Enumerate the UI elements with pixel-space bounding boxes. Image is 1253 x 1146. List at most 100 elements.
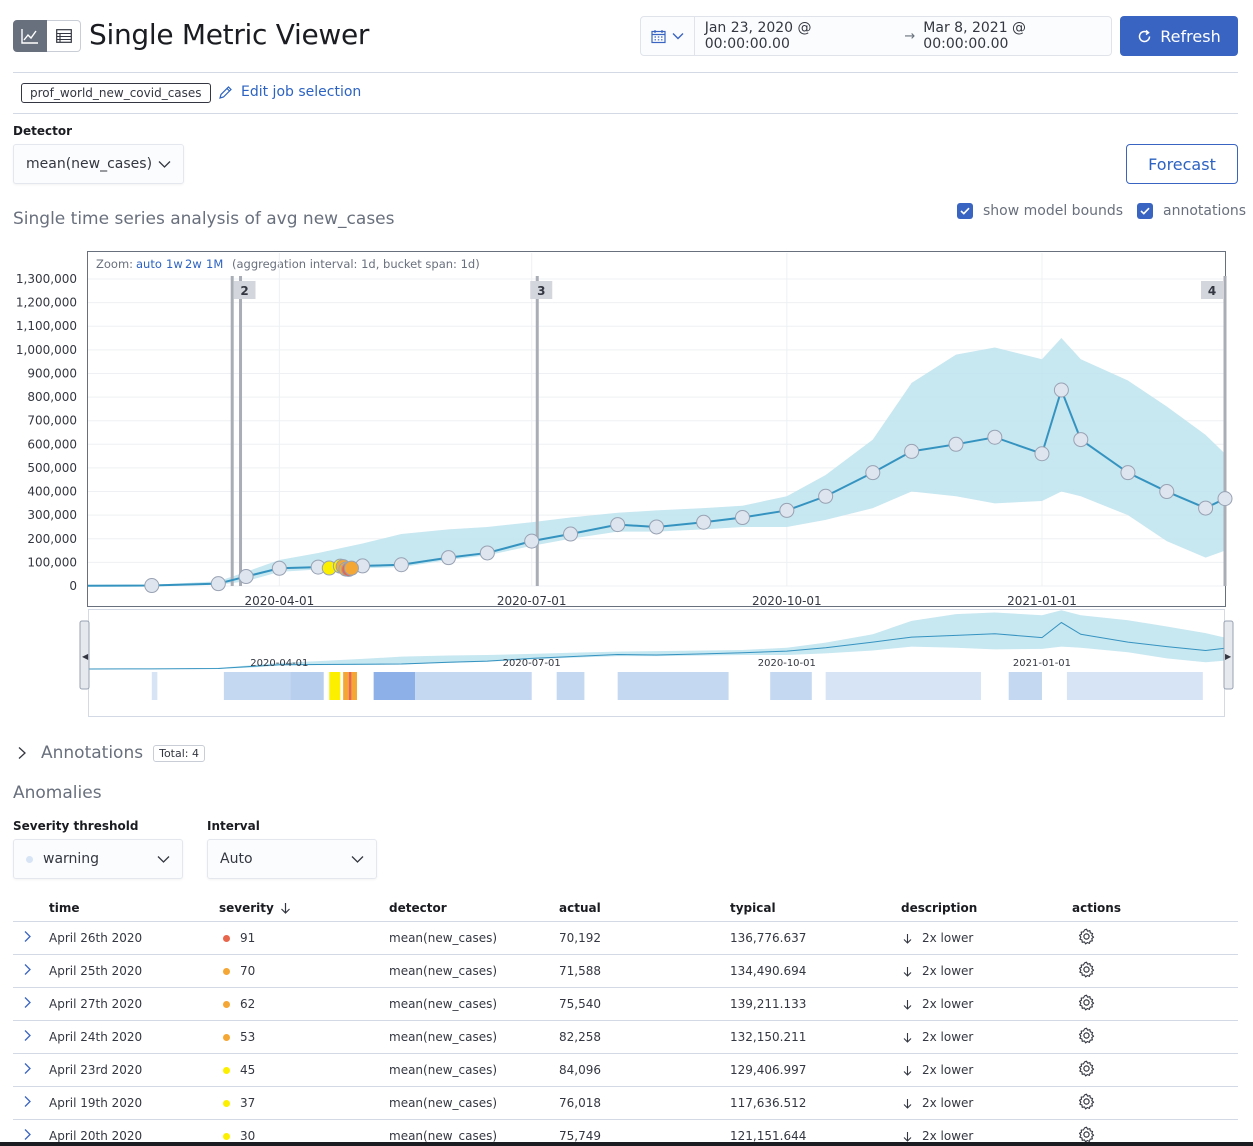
show-model-bounds-checkbox[interactable]: show model bounds	[957, 203, 1123, 219]
time-series-chart[interactable]: Zoom: auto 1w 2w 1M (aggregation interva…	[0, 245, 1253, 720]
severity-dot	[223, 934, 230, 942]
row-actions-button[interactable]	[1072, 928, 1212, 948]
detector-label: Detector	[13, 124, 72, 138]
table-row: April 24th 2020 53 mean(new_cases) 82,258 13…	[13, 1021, 1238, 1054]
single-metric-view-icon[interactable]	[13, 20, 47, 52]
cell-severity: 45	[219, 1063, 389, 1077]
anomalies-title: Anomalies	[13, 783, 102, 803]
anomaly-marker	[779, 502, 795, 518]
col-detector[interactable]: detector	[389, 901, 559, 915]
context-x-tick-label: 2020-10-01	[758, 658, 816, 669]
gear-icon	[1078, 961, 1095, 978]
annotations-checkbox[interactable]: annotations	[1137, 203, 1246, 219]
cell-actual: 70,192	[559, 931, 601, 945]
anomaly-marker	[144, 578, 160, 594]
chevron-right-icon	[24, 1096, 31, 1107]
severity-threshold-select[interactable]: warning	[13, 839, 183, 879]
expand-row-button[interactable]	[13, 1028, 49, 1046]
divider	[13, 113, 1238, 114]
anomaly-marker	[393, 557, 409, 573]
y-tick-label: 300,000	[27, 508, 77, 522]
context-x-tick-label: 2021-01-01	[1013, 658, 1071, 669]
anomaly-marker	[238, 569, 254, 585]
expand-row-button[interactable]	[13, 995, 49, 1013]
severity-threshold-label: Severity threshold	[13, 819, 139, 833]
bottom-bar	[0, 1142, 1253, 1146]
swimlane-cell	[373, 672, 416, 700]
anomaly-marker	[441, 550, 457, 566]
row-actions-button[interactable]	[1072, 1027, 1212, 1047]
annotation-marker-label: 3	[537, 284, 545, 298]
cell-actual: 75,749	[559, 1129, 601, 1143]
chevron-right-icon	[24, 931, 31, 942]
anomaly-marker	[734, 510, 750, 526]
cell-detector: mean(new_cases)	[389, 931, 498, 945]
annotations-accordion[interactable]: Annotations Total: 4	[17, 743, 205, 763]
swimlane-cell	[223, 672, 291, 700]
y-tick-label: 0	[69, 579, 77, 593]
gear-icon	[1078, 1093, 1095, 1110]
expand-row-button[interactable]	[13, 929, 49, 947]
swimlane-cell	[1066, 672, 1203, 700]
chevron-right-icon	[24, 1030, 31, 1041]
severity-dot	[223, 1132, 230, 1140]
forecast-button[interactable]: Forecast	[1126, 144, 1238, 184]
col-typical[interactable]: typical	[730, 901, 901, 915]
cell-time: April 27th 2020	[49, 997, 143, 1011]
swimlane-cell	[151, 672, 158, 700]
cell-detector: mean(new_cases)	[389, 1096, 498, 1110]
app-view-switch	[13, 20, 81, 52]
annotation-marker-label: 2	[240, 284, 248, 298]
zoom-2w[interactable]: 2w	[185, 257, 202, 271]
x-tick-label: 2020-04-01	[244, 594, 314, 608]
row-actions-button[interactable]	[1072, 961, 1212, 981]
cell-typical: 134,490.694	[730, 964, 807, 978]
row-actions-button[interactable]	[1072, 1093, 1212, 1113]
chevron-right-icon	[24, 997, 31, 1008]
checkbox-checked-icon	[1137, 203, 1153, 219]
severity-dot	[223, 1033, 230, 1041]
cell-time: April 23rd 2020	[49, 1063, 143, 1077]
col-severity[interactable]: severity	[219, 901, 389, 915]
y-tick-label: 700,000	[27, 414, 77, 428]
cell-description: 2x lower	[901, 997, 1072, 1011]
table-row: April 27th 2020 62 mean(new_cases) 75,540 13…	[13, 988, 1238, 1021]
start-date[interactable]: Jan 23, 2020 @ 00:00:00.00	[705, 20, 897, 52]
row-actions-button[interactable]	[1072, 1060, 1212, 1080]
detector-select[interactable]: mean(new_cases)	[13, 144, 184, 184]
expand-row-button[interactable]	[13, 962, 49, 980]
zoom-1M[interactable]: 1M	[206, 257, 223, 271]
col-actual[interactable]: actual	[559, 901, 730, 915]
gear-icon	[1078, 1027, 1095, 1044]
swimlane-cell	[290, 672, 324, 700]
y-tick-label: 400,000	[27, 485, 77, 499]
end-date[interactable]: Mar 8, 2021 @ 00:00:00.00	[923, 20, 1111, 52]
y-tick-label: 800,000	[27, 390, 77, 404]
swimlane-cell	[329, 672, 341, 700]
expand-row-button[interactable]	[13, 1094, 49, 1112]
anomaly-marker	[1034, 446, 1050, 462]
refresh-icon	[1139, 29, 1151, 42]
zoom-auto[interactable]: auto	[136, 257, 162, 271]
y-tick-label: 900,000	[27, 366, 77, 380]
col-time[interactable]: time	[49, 901, 219, 915]
cell-detector: mean(new_cases)	[389, 964, 498, 978]
refresh-button[interactable]: Refresh	[1120, 16, 1238, 56]
cell-time: April 25th 2020	[49, 964, 143, 978]
col-description: description	[901, 900, 978, 915]
severity-dot	[223, 1000, 230, 1008]
expand-row-button[interactable]	[13, 1061, 49, 1079]
interval-select[interactable]: Auto	[207, 839, 377, 879]
row-actions-button[interactable]	[1072, 994, 1212, 1014]
anomaly-marker	[948, 436, 964, 452]
edit-job-selection-link[interactable]: Edit job selection	[218, 84, 361, 100]
context-x-tick-label: 2020-07-01	[503, 658, 561, 669]
chevron-down-icon	[157, 856, 170, 863]
cell-description: 2x lower	[901, 1129, 1072, 1143]
y-tick-label: 100,000	[27, 555, 77, 569]
quick-select-button[interactable]	[641, 17, 695, 55]
swimlane-cell	[825, 672, 981, 700]
zoom-1w[interactable]: 1w	[166, 257, 183, 271]
anomaly-marker	[1217, 491, 1233, 507]
table-view-icon[interactable]	[47, 20, 81, 52]
